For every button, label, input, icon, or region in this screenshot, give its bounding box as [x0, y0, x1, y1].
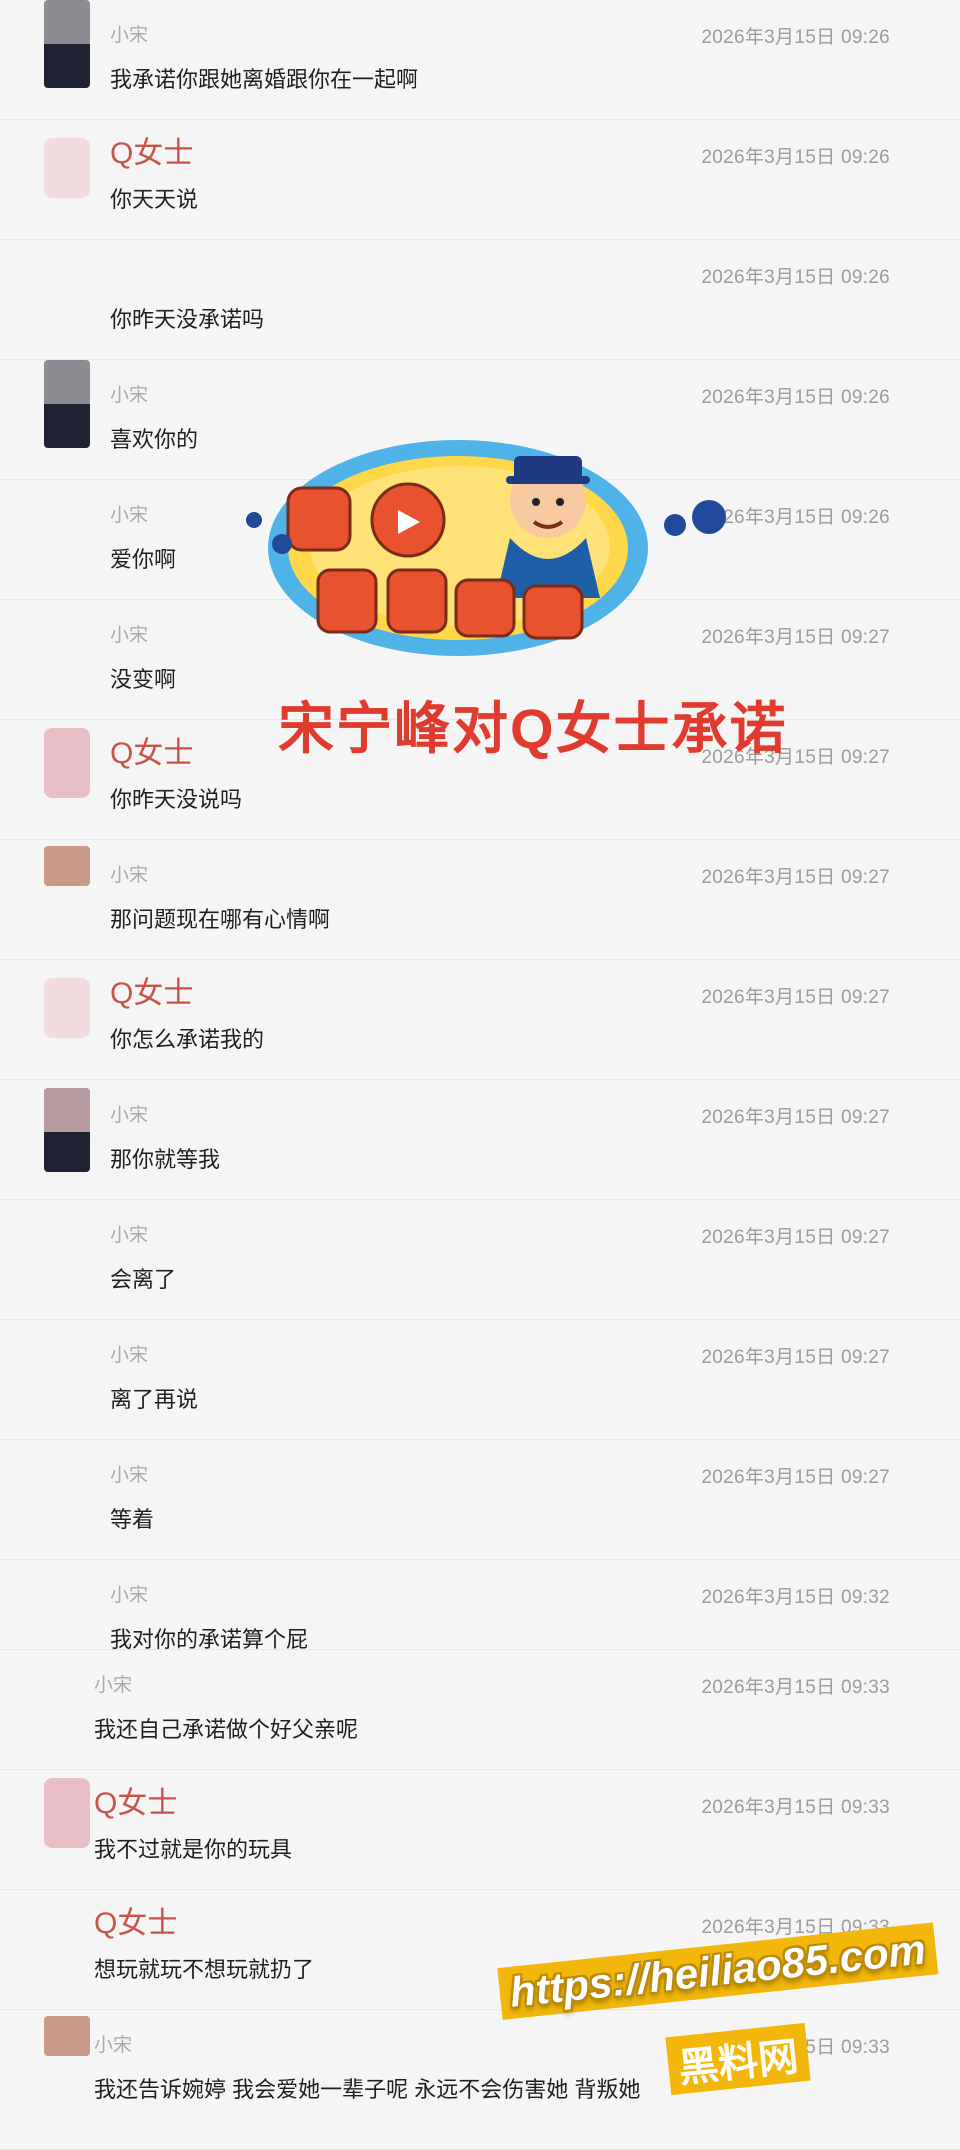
message-timestamp: 2026年3月15日 09:26 — [701, 27, 890, 48]
avatar[interactable] — [44, 2016, 90, 2056]
message-timestamp: 2026年3月15日 09:27 — [701, 867, 890, 888]
message-timestamp: 2026年3月15日 09:27 — [701, 987, 890, 1008]
message-text: 喜欢你的 — [110, 427, 199, 452]
avatar[interactable] — [44, 138, 90, 198]
chat-message: 小宋2026年3月15日 09:33我还告诉婉婷 我会爱她一辈子呢 永远不会伤害… — [0, 2010, 960, 2150]
message-timestamp: 2026年3月15日 09:26 — [701, 267, 890, 288]
program-logo — [268, 440, 648, 656]
chat-message: 小宋 2026年3月15日 09:33 我还自己承诺做个好父亲呢 — [0, 1650, 960, 1770]
decor-dot — [272, 534, 292, 554]
message-timestamp: 2026年3月15日 09:26 — [701, 387, 890, 408]
avatar[interactable] — [44, 360, 90, 448]
message-text: 我还告诉婉婷 我会爱她一辈子呢 永远不会伤害她 背叛她 — [94, 2077, 641, 2102]
message-sender: 小宋 — [94, 2035, 133, 2056]
overlay-caption: 宋宁峰对Q女士承诺 — [278, 697, 788, 760]
message-sender: 小宋 — [110, 505, 149, 526]
message-sender: Q女士 — [110, 137, 194, 170]
message-timestamp: 2026年3月15日 09:27 — [701, 1107, 890, 1128]
avatar[interactable] — [44, 846, 90, 886]
message-sender: 小宋 — [94, 1675, 133, 1696]
message-text: 我还自己承诺做个好父亲呢 — [94, 1717, 359, 1742]
chat-message: 2026年3月15日 09:26 你昨天没承诺吗 — [0, 240, 960, 360]
message-timestamp: 2026年3月15日 09:33 — [701, 1677, 890, 1698]
message-timestamp: 2026年3月15日 09:27 — [701, 1467, 890, 1488]
message-sender: 小宋 — [110, 1585, 149, 1606]
message-text: 没变啊 — [110, 667, 177, 692]
message-text: 想玩就玩不想玩就扔了 — [94, 1957, 315, 1982]
message-text: 我不过就是你的玩具 — [94, 1837, 293, 1862]
avatar[interactable] — [44, 1088, 90, 1172]
message-text: 那你就等我 — [110, 1147, 221, 1172]
message-sender: Q女士 — [110, 977, 194, 1010]
message-text: 你天天说 — [110, 187, 199, 212]
chat-message: 小宋 2026年3月15日 09:27 会离了 — [0, 1200, 960, 1320]
message-timestamp: 2026年3月15日 09:32 — [701, 1587, 890, 1608]
decor-dot — [246, 512, 262, 528]
avatar[interactable] — [44, 1778, 90, 1848]
message-sender: 小宋 — [110, 1345, 149, 1366]
chat-message: 小宋 2026年3月15日 09:27 等着 — [0, 1440, 960, 1560]
message-text: 你怎么承诺我的 — [110, 1027, 265, 1052]
message-timestamp: 2026年3月15日 09:27 — [701, 1347, 890, 1368]
message-timestamp: 2026年3月15日 09:33 — [701, 1797, 890, 1818]
chat-message: 小宋 2026年3月15日 09:26 我承诺你跟她离婚跟你在一起啊 — [0, 0, 960, 120]
message-sender: 小宋 — [110, 1465, 149, 1486]
message-sender: Q女士 — [110, 737, 194, 770]
message-timestamp: 2026年3月15日 09:27 — [701, 1227, 890, 1248]
message-text: 你昨天没说吗 — [110, 787, 243, 812]
message-sender: Q女士 — [94, 1907, 178, 1940]
message-sender: 小宋 — [110, 385, 149, 406]
avatar[interactable] — [44, 728, 90, 798]
message-sender: 小宋 — [110, 625, 149, 646]
decor-dot — [692, 500, 726, 534]
message-text: 离了再说 — [110, 1387, 199, 1412]
chat-message: Q女士 2026年3月15日 09:26 你天天说 — [0, 120, 960, 240]
message-sender: 小宋 — [110, 1105, 149, 1126]
chat-message: Q女士 2026年3月15日 09:27 你怎么承诺我的 — [0, 960, 960, 1080]
avatar[interactable] — [44, 0, 90, 88]
avatar[interactable] — [44, 978, 90, 1038]
message-timestamp: 2026年3月15日 09:27 — [701, 627, 890, 648]
message-text: 我承诺你跟她离婚跟你在一起啊 — [110, 67, 419, 92]
chat-message: Q女士 2026年3月15日 09:33 我不过就是你的玩具 — [0, 1770, 960, 1890]
message-sender: 小宋 — [110, 25, 149, 46]
decor-dot — [664, 514, 686, 536]
message-timestamp: 2026年3月15日 09:26 — [701, 507, 890, 528]
message-text: 爱你啊 — [110, 547, 177, 572]
message-text: 会离了 — [110, 1267, 177, 1292]
chat-message: 小宋 2026年3月15日 09:32 我对你的承诺算个屁 — [0, 1560, 960, 1652]
message-sender: 小宋 — [110, 865, 149, 886]
message-text: 你昨天没承诺吗 — [110, 307, 265, 332]
message-timestamp: 2026年3月15日 09:26 — [701, 147, 890, 168]
message-text: 等着 — [110, 1507, 155, 1532]
message-sender: 小宋 — [110, 1225, 149, 1246]
message-sender: Q女士 — [94, 1787, 178, 1820]
chat-message: 小宋 2026年3月15日 09:27 那你就等我 — [0, 1080, 960, 1200]
message-text: 那问题现在哪有心情啊 — [110, 907, 331, 932]
chat-message: 小宋 2026年3月15日 09:27 那问题现在哪有心情啊 — [0, 840, 960, 960]
chat-message: 小宋 2026年3月15日 09:27 离了再说 — [0, 1320, 960, 1440]
